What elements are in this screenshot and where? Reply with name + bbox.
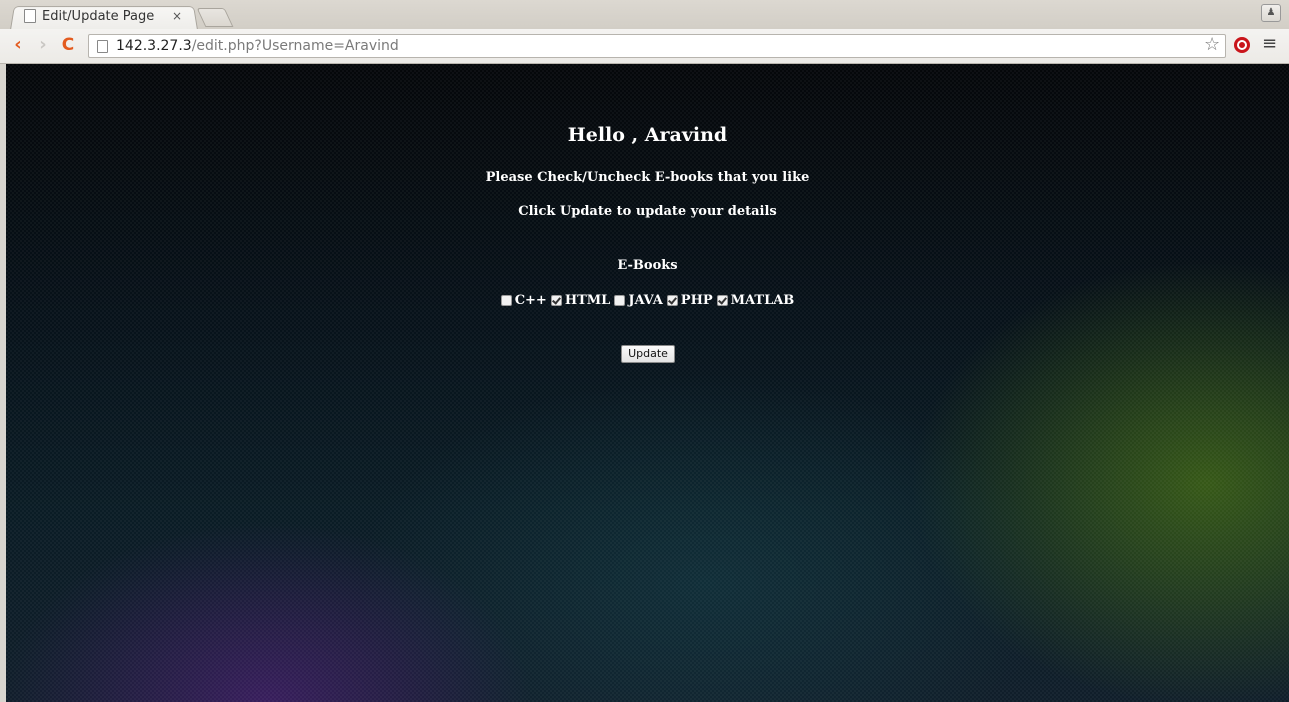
- ebook-checkbox-java[interactable]: [614, 295, 626, 306]
- reload-icon[interactable]: C: [58, 35, 78, 55]
- ebook-checkbox-html[interactable]: [550, 295, 562, 306]
- menu-icon[interactable]: ≡: [1262, 33, 1277, 54]
- toolbar: ‹ › C 142.3.27.3 /edit.php?Username=Arav…: [0, 29, 1289, 64]
- ebook-label-cpp: C++: [514, 293, 547, 308]
- page-icon: [97, 39, 108, 53]
- ebook-label-php: PHP: [680, 293, 713, 308]
- ebooks-checkbox-group: C++ HTML JAVA PHP MATLAB: [6, 293, 1289, 308]
- ebook-checkbox-cpp[interactable]: [500, 295, 512, 306]
- ebook-label-matlab: MATLAB: [730, 293, 795, 308]
- greeting-heading: Hello , Aravind: [567, 124, 728, 146]
- back-icon[interactable]: ‹: [8, 35, 28, 55]
- tab-strip: Edit/Update Page × ♟: [0, 0, 1289, 31]
- tab-content[interactable]: Edit/Update Page ×: [24, 6, 210, 26]
- ebooks-heading: E-Books: [617, 258, 678, 273]
- tab-title: Edit/Update Page: [42, 8, 155, 24]
- update-button[interactable]: Update: [621, 345, 675, 363]
- page-icon: [24, 9, 36, 23]
- address-host: 142.3.27.3: [116, 38, 192, 54]
- bookmark-star-icon[interactable]: ☆: [1204, 34, 1220, 55]
- opera-icon[interactable]: [1234, 37, 1250, 53]
- ebook-label-java: JAVA: [628, 293, 663, 308]
- close-tab-icon[interactable]: ×: [172, 9, 182, 23]
- browser-window: Edit/Update Page × ♟ ‹ › C 142.3.27.3 /e…: [0, 0, 1289, 702]
- ebook-checkbox-php[interactable]: [666, 295, 678, 306]
- profile-icon[interactable]: ♟: [1261, 4, 1281, 22]
- forward-icon[interactable]: ›: [33, 35, 53, 55]
- page-viewport: Hello , Aravind Please Check/Uncheck E-b…: [6, 64, 1289, 702]
- instruction-check: Please Check/Uncheck E-books that you li…: [485, 170, 810, 185]
- instruction-update: Click Update to update your details: [518, 204, 777, 219]
- address-path: /edit.php?Username=Aravind: [191, 38, 399, 54]
- ebook-checkbox-matlab[interactable]: [716, 295, 728, 306]
- address-bar[interactable]: 142.3.27.3 /edit.php?Username=Aravind: [88, 34, 1226, 58]
- ebook-label-html: HTML: [564, 293, 611, 308]
